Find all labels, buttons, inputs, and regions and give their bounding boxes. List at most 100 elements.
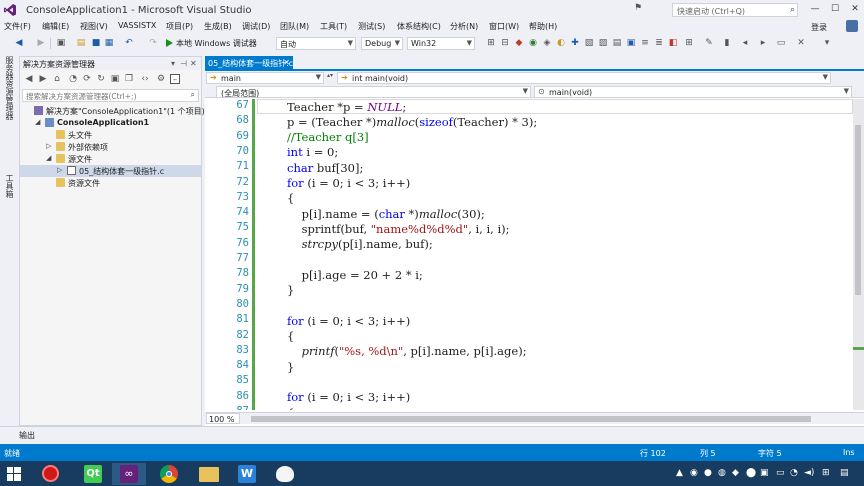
toolbar-tool-icon[interactable]: ▣ [626, 38, 636, 48]
bookmark-prev-icon[interactable]: ◂ [740, 38, 750, 48]
file-tab[interactable]: 05_结构体套一级指针.c ✕ [205, 56, 293, 71]
save-icon[interactable]: ■ [91, 38, 101, 48]
properties-icon[interactable]: ⚙ [156, 74, 166, 84]
toolbar-tool-icon[interactable]: ◉ [528, 38, 538, 48]
view-code-icon[interactable]: ‹› [140, 74, 150, 84]
back-icon[interactable]: ◀ [24, 74, 34, 84]
code-line[interactable]: printf("%s, %d\n", p[i].name, p[i].age); [287, 344, 527, 358]
new-project-icon[interactable]: ▣ [56, 38, 66, 48]
menu-file[interactable]: 文件(F) [4, 21, 31, 32]
tree-item[interactable]: ◢ 源文件 [20, 153, 201, 165]
code-line[interactable]: p[i].age = 20 + 2 * i; [287, 268, 423, 282]
toolbar-tool-icon[interactable]: ▧ [584, 38, 594, 48]
network-icon[interactable]: ◔ [790, 468, 798, 478]
close-icon[interactable]: ✕ [283, 58, 290, 67]
taskbar-app-paint[interactable] [268, 463, 302, 485]
window-position-icon[interactable]: ▾ [171, 59, 175, 68]
tree-item[interactable]: 解决方案"ConsoleApplication1"(1 个项目) [20, 105, 205, 117]
scope-dropdown[interactable]: (全局范围) ▼ [216, 86, 531, 98]
quick-launch-input[interactable]: 快速启动 (Ctrl+Q) ⌕ [672, 3, 798, 17]
input-method-icon[interactable]: ⊞ [822, 468, 830, 478]
code-line[interactable]: { [287, 329, 294, 343]
close-icon[interactable]: ✕ [190, 59, 197, 68]
tray-app-icon[interactable]: ◍ [718, 468, 726, 478]
code-line[interactable]: sprintf(buf, "name%d%d%d", i, i, i); [287, 222, 510, 236]
menu-window[interactable]: 窗口(W) [489, 21, 519, 32]
menu-edit[interactable]: 编辑(E) [42, 21, 69, 32]
taskbar-app-explorer[interactable] [192, 463, 226, 485]
tree-expander-icon[interactable]: ◢ [46, 154, 51, 162]
tree-item[interactable]: ▷ 05_结构体套一级指针.c [20, 165, 201, 177]
back-icon[interactable]: ◀ [14, 38, 24, 48]
code-line[interactable]: for (i = 0; i < 3; i++) [287, 314, 410, 328]
horizontal-scrollbar-thumb[interactable] [251, 416, 811, 422]
toolbar-tool-icon[interactable]: ⊞ [684, 38, 694, 48]
save-all-icon[interactable]: ▦ [104, 38, 114, 48]
function-dropdown[interactable]: ⊙ main(void) ▼ [534, 86, 852, 98]
open-file-icon[interactable]: ▤ [76, 38, 86, 48]
toolbar-tool-icon[interactable]: ⊟ [500, 38, 510, 48]
toolbar-tool-icon[interactable]: ◈ [542, 38, 552, 48]
code-line[interactable]: Teacher *p = NULL; [287, 100, 406, 114]
member-dropdown[interactable]: ➔ int main(void) ▼ [337, 72, 831, 84]
tree-expander-icon[interactable]: ▷ [57, 166, 62, 174]
code-line[interactable]: //Teacher q[3] [287, 130, 369, 144]
code-line[interactable]: { [287, 191, 294, 205]
start-debugging-button[interactable]: 本地 Windows 调试器 [176, 38, 257, 49]
tray-app-icon[interactable]: ▣ [760, 468, 769, 478]
menu-vassistx[interactable]: VASSISTX [118, 21, 156, 30]
code-line[interactable]: p[i].name = (char *)malloc(30); [287, 207, 485, 221]
menu-view[interactable]: 视图(V) [80, 21, 108, 32]
tray-app-icon[interactable]: ⬤ [746, 468, 756, 478]
code-line[interactable]: } [287, 283, 294, 297]
tree-item[interactable]: ◢ ConsoleApplication1 [20, 117, 201, 129]
toolbar-tool-icon[interactable]: ◧ [668, 38, 678, 48]
code-line[interactable]: p = (Teacher *)malloc(sizeof(Teacher) * … [287, 115, 537, 129]
feedback-flag-icon[interactable]: ⚑ [634, 3, 642, 13]
user-avatar-icon[interactable] [846, 20, 858, 32]
code-line[interactable]: for (i = 0; i < 3; i++) [287, 176, 410, 190]
close-button[interactable]: ✕ [846, 2, 864, 16]
nav-spinner-icon[interactable]: ▴▾ [327, 72, 333, 84]
code-line[interactable]: { [287, 406, 294, 411]
maximize-button[interactable]: ☐ [826, 2, 844, 16]
toolbar-tool-icon[interactable]: ▤ [612, 38, 622, 48]
menu-help[interactable]: 帮助(H) [529, 21, 557, 32]
redo-icon[interactable]: ↷ [148, 38, 158, 48]
code-line[interactable]: for (i = 0; i < 3; i++) [287, 390, 410, 404]
menu-team[interactable]: 团队(M) [280, 21, 309, 32]
server-explorer-tab[interactable]: 服务器资源管理器 [4, 56, 15, 120]
show-all-files-icon[interactable]: ❐ [124, 74, 134, 84]
volume-icon[interactable]: ◄) [804, 468, 814, 478]
start-debugging-icon[interactable] [166, 39, 173, 47]
toolbar-tool-icon[interactable]: ✎ [704, 38, 714, 48]
menu-debug[interactable]: 调试(D) [242, 21, 270, 32]
tree-item[interactable]: 头文件 [20, 129, 201, 141]
output-tab[interactable]: 输出 [19, 430, 35, 441]
tray-expand-icon[interactable]: ▲ [676, 468, 683, 478]
tree-expander-icon[interactable]: ◢ [35, 118, 40, 126]
platform-select[interactable]: Win32 ▼ [407, 37, 475, 50]
toolbar-tool-icon[interactable]: ⊞ [486, 38, 496, 48]
taskbar-app-wps[interactable]: W [230, 463, 264, 485]
code-line[interactable]: char buf[30]; [287, 161, 363, 175]
menu-test[interactable]: 测试(S) [358, 21, 385, 32]
toolbar-tool-icon[interactable]: ≣ [654, 38, 664, 48]
windows-start-icon[interactable] [7, 467, 21, 481]
toolbox-tab[interactable]: 工具箱 [4, 174, 15, 198]
home-icon[interactable]: ⌂ [52, 74, 62, 84]
preview-selected-icon[interactable]: – [170, 74, 180, 85]
menu-architecture[interactable]: 体系结构(C) [397, 21, 441, 32]
bookmark-icon[interactable]: ▮ [722, 38, 732, 48]
forward-icon[interactable]: ▶ [38, 74, 48, 84]
vertical-scrollbar-thumb[interactable] [855, 125, 861, 295]
tree-item[interactable]: 资源文件 [20, 177, 201, 189]
taskbar-app-chrome[interactable] [152, 463, 186, 485]
toolbar-tool-icon[interactable]: ◐ [556, 38, 566, 48]
taskbar-app-visual-studio[interactable]: ∞ [112, 463, 146, 485]
tree-item[interactable]: ▷ 外部依赖项 [20, 141, 201, 153]
battery-icon[interactable]: ▭ [776, 468, 785, 478]
taskbar-app-record[interactable] [34, 463, 68, 485]
bookmark-next-icon[interactable]: ▸ [758, 38, 768, 48]
menu-project[interactable]: 项目(P) [166, 21, 193, 32]
